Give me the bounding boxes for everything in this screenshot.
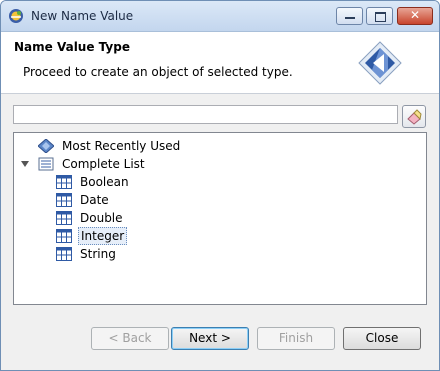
clear-filter-button[interactable] — [402, 105, 426, 128]
window-title: New Name Value — [31, 9, 134, 23]
tree-item-string[interactable]: String — [56, 245, 118, 263]
page-description: Proceed to create an object of selected … — [23, 65, 293, 79]
tree-item-label: Double — [80, 211, 123, 225]
filter-input[interactable] — [13, 105, 398, 124]
page-title: Name Value Type — [14, 40, 130, 54]
tree-item-label: Boolean — [80, 175, 129, 189]
back-button[interactable]: < Back — [91, 327, 169, 350]
wizard-banner-icon — [358, 41, 402, 85]
type-tree[interactable]: Most Recently Used Complete List Boolean — [13, 132, 427, 305]
tree-item-boolean[interactable]: Boolean — [56, 173, 131, 191]
tree-item-label: Most Recently Used — [62, 139, 181, 153]
table-icon — [56, 229, 72, 243]
table-icon — [56, 175, 72, 189]
close-icon: ✕ — [409, 8, 421, 22]
wizard-header: Name Value Type Proceed to create an obj… — [1, 32, 439, 94]
tree-item-date[interactable]: Date — [56, 191, 111, 209]
table-icon — [56, 247, 72, 261]
tree-item-integer[interactable]: Integer — [56, 227, 128, 245]
next-button[interactable]: Next > — [171, 327, 249, 350]
tree-item-most-recently-used[interactable]: Most Recently Used — [38, 137, 182, 155]
maximize-button[interactable] — [366, 7, 393, 25]
minimize-button[interactable] — [336, 7, 363, 25]
tree-item-complete-list[interactable]: Complete List — [38, 155, 147, 173]
eraser-icon — [407, 109, 422, 125]
finish-button[interactable]: Finish — [257, 327, 335, 350]
close-window-button[interactable]: ✕ — [397, 7, 433, 25]
recent-diamond-icon — [38, 139, 54, 153]
tree-item-label: Complete List — [62, 157, 145, 171]
table-icon — [56, 193, 72, 207]
list-icon — [38, 157, 54, 171]
table-icon — [56, 211, 72, 225]
close-button[interactable]: Close — [343, 327, 421, 350]
tree-item-label: String — [80, 247, 116, 261]
dialog-window: New Name Value ✕ Name Value Type Proceed… — [0, 0, 440, 371]
eclipse-icon — [9, 9, 23, 23]
maximize-icon — [375, 12, 386, 22]
tree-item-label: Integer — [78, 227, 128, 245]
minimize-icon — [345, 17, 355, 19]
tree-item-double[interactable]: Double — [56, 209, 125, 227]
title-bar[interactable]: New Name Value ✕ — [1, 1, 439, 32]
collapse-arrow-icon[interactable] — [21, 161, 29, 167]
tree-item-label: Date — [80, 193, 109, 207]
